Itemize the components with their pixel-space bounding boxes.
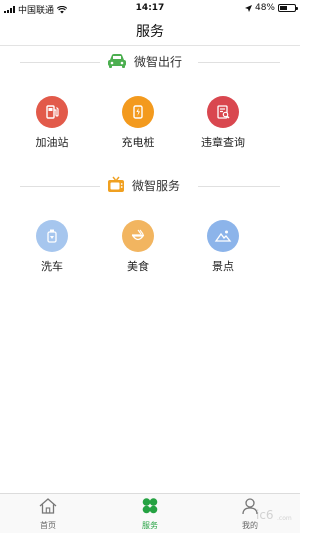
watermark-logo: ic6 .com: [256, 508, 292, 522]
battery-percent: 48%: [254, 3, 275, 13]
section-title-wrap: 微智服务: [106, 176, 180, 194]
svg-text:ic6: ic6: [256, 508, 274, 522]
item-label: 洗车: [41, 260, 63, 273]
item-label: 违章查询: [201, 136, 245, 149]
service-item-violation-query[interactable]: 违章查询: [183, 96, 263, 150]
item-label: 加油站: [35, 136, 69, 149]
divider-line: [20, 62, 100, 63]
service-item-charging-pile[interactable]: 充电桩: [98, 96, 178, 150]
tab-services[interactable]: 服务: [120, 497, 180, 531]
charging-pile-icon: [122, 96, 154, 128]
service-item-scenery[interactable]: 景点: [183, 220, 263, 274]
section-header-services: 微智服务: [20, 176, 280, 196]
section-title-wrap: 微智出行: [106, 52, 182, 70]
scenery-icon: [207, 220, 239, 252]
service-item-food[interactable]: 美食: [98, 220, 178, 274]
section-title: 微智服务: [132, 178, 181, 193]
item-label: 景点: [212, 260, 234, 273]
clover-icon: [142, 498, 158, 514]
page-title: 服务: [136, 24, 164, 40]
battery-icon: [278, 4, 298, 12]
tab-label: 首页: [40, 521, 56, 530]
section-header-travel: 微智出行: [20, 52, 280, 72]
tab-bar: 首页 服务 我的 ic6 .com: [0, 493, 300, 533]
violation-query-icon: [207, 96, 239, 128]
service-item-car-wash[interactable]: 洗车: [12, 220, 92, 274]
home-icon: [39, 498, 57, 514]
tv-icon: [108, 176, 124, 192]
svg-text:.com: .com: [277, 515, 292, 522]
status-bar: 中国联通 14:17 48%: [0, 0, 300, 16]
section-title: 微智出行: [134, 54, 183, 69]
divider-line: [20, 186, 100, 187]
service-item-gas-station[interactable]: 加油站: [12, 96, 92, 150]
car-wash-icon: [36, 220, 68, 252]
food-icon: [122, 220, 154, 252]
nav-header: 服务: [0, 16, 300, 46]
divider-line: [198, 186, 280, 187]
battery-fill: [280, 6, 287, 10]
gas-station-icon: [36, 96, 68, 128]
tab-label: 服务: [142, 521, 158, 530]
status-right: 48%: [244, 3, 298, 13]
item-label: 充电桩: [121, 136, 155, 149]
car-icon: [108, 54, 126, 68]
tab-home[interactable]: 首页: [18, 497, 78, 531]
divider-line: [198, 62, 280, 63]
location-arrow-icon: [244, 4, 252, 12]
item-label: 美食: [127, 260, 149, 273]
